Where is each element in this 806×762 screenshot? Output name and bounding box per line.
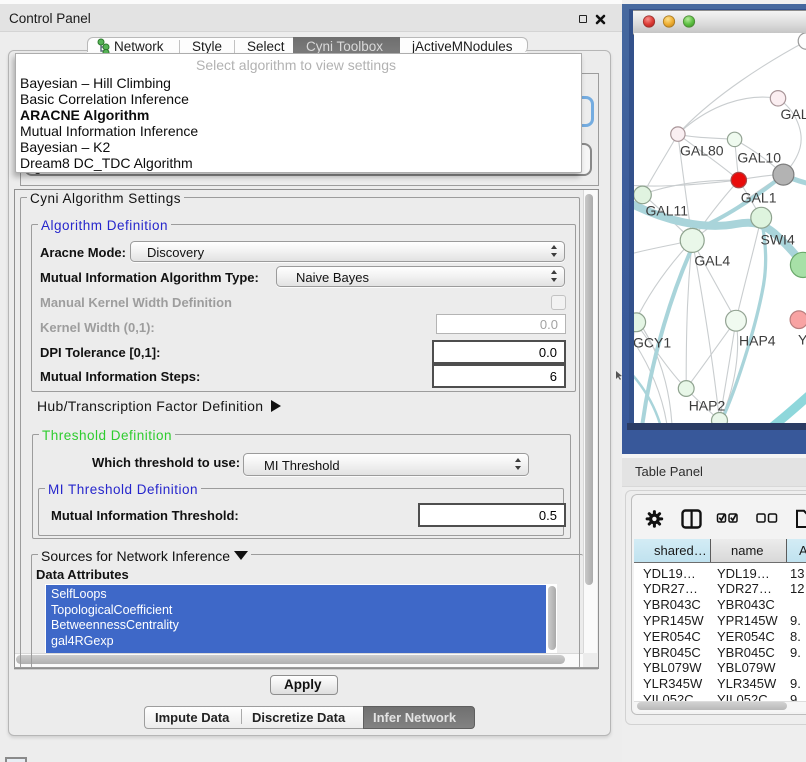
svg-text:GAL11: GAL11 <box>645 203 688 219</box>
svg-text:GAL80: GAL80 <box>680 143 724 159</box>
svg-text:Y: Y <box>798 332 806 348</box>
svg-text:GAL7: GAL7 <box>780 106 806 122</box>
svg-text:GCY1: GCY1 <box>634 335 671 351</box>
svg-text:HAP4: HAP4 <box>739 333 776 349</box>
svg-text:HAP2: HAP2 <box>688 398 725 414</box>
svg-text:GAL1: GAL1 <box>740 190 776 206</box>
svg-text:SWI4: SWI4 <box>760 232 794 248</box>
svg-text:GAL4: GAL4 <box>694 253 730 269</box>
svg-text:GAL10: GAL10 <box>737 150 781 166</box>
